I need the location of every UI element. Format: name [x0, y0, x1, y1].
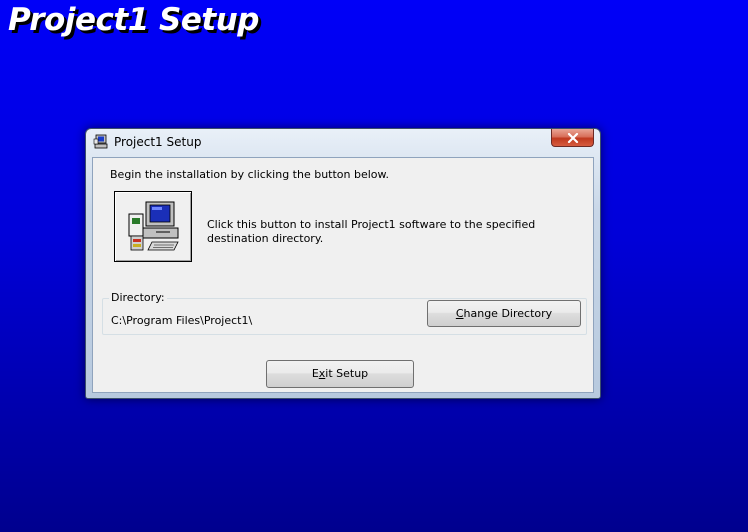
window-title: Project1 Setup [114, 135, 202, 149]
directory-path: C:\Program Files\Project1\ [111, 314, 253, 327]
exit-setup-label-start: E [311, 367, 319, 380]
exit-setup-label: Exit Setup [312, 367, 368, 380]
install-description: Click this button to install Project1 so… [207, 218, 536, 245]
exit-setup-button[interactable]: Exit Setup [266, 360, 414, 388]
change-directory-label-rest: hange Directory [463, 307, 553, 320]
exit-setup-label-rest: it Setup [325, 367, 369, 380]
dialog-client-area: Begin the installation by clicking the b… [92, 157, 594, 393]
title-bar[interactable]: Project1 Setup [86, 129, 600, 156]
setup-computer-icon [93, 134, 109, 150]
install-button[interactable] [114, 191, 192, 262]
close-icon [567, 128, 579, 147]
setup-dialog: Project1 Setup Begin the installation by… [85, 128, 601, 399]
directory-label: Directory: [109, 291, 167, 304]
intro-text: Begin the installation by clicking the b… [110, 168, 390, 181]
close-button[interactable] [551, 129, 594, 147]
background-banner-title: Project1 Setup [8, 2, 260, 38]
change-directory-accelerator: C [455, 307, 464, 320]
change-directory-button[interactable]: Change Directory [427, 300, 581, 327]
change-directory-label: Change Directory [456, 307, 552, 320]
